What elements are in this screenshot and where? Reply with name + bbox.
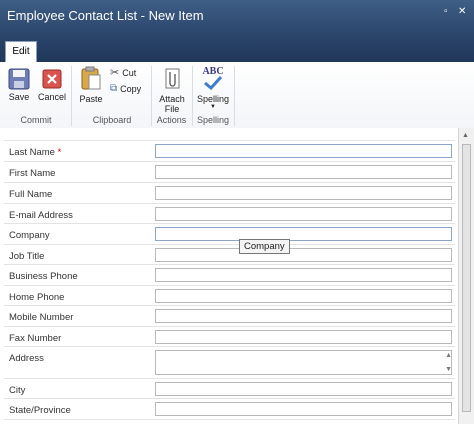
scrollbar-thumb[interactable] [462, 144, 471, 412]
field-label: Full Name [9, 189, 53, 200]
spelling-button[interactable]: ABC Spelling ▼ [195, 66, 231, 110]
attach-file-button[interactable]: Attach File [157, 66, 187, 114]
group-label-actions: Actions [156, 115, 187, 125]
email-input[interactable] [155, 207, 452, 221]
cancel-label: Cancel [37, 92, 66, 102]
field-row-city: City [4, 378, 455, 399]
field-label: State/Province [9, 405, 71, 416]
window-title: Employee Contact List - New Item [7, 8, 204, 23]
scroll-up-icon[interactable]: ▲ [462, 132, 469, 139]
state-province-input[interactable] [155, 402, 452, 416]
field-row-fax-number: Fax Number [4, 326, 455, 347]
field-row-last-name: Last Name * [4, 140, 455, 162]
maximize-icon[interactable]: ▫ [444, 6, 448, 17]
field-label: Business Phone [9, 271, 78, 282]
field-row-email: E-mail Address [4, 203, 455, 224]
title-bar: Employee Contact List - New Item ▫ ✕ Edi… [0, 0, 474, 62]
paste-icon [81, 66, 101, 90]
attach-label-2: File [164, 104, 180, 114]
field-label: Job Title [9, 251, 45, 262]
ribbon-divider [71, 66, 72, 126]
ribbon-divider [151, 66, 152, 126]
copy-label: Copy [120, 83, 142, 94]
job-title-input[interactable] [155, 248, 452, 262]
scroll-down-icon[interactable]: ▼ [445, 366, 452, 373]
ribbon: Save Cancel Commit Paste ✂ Cut ⧉ Copy Cl… [0, 62, 474, 129]
ribbon-divider [234, 66, 235, 126]
cancel-icon [42, 69, 62, 89]
spell-check-icon: ABC [195, 66, 231, 94]
cut-button[interactable]: ✂ Cut [110, 66, 136, 79]
field-label: Company [9, 230, 50, 241]
chevron-down-icon: ▼ [210, 104, 216, 110]
field-row-home-phone: Home Phone [4, 285, 455, 306]
vertical-scrollbar[interactable]: ▲ [458, 128, 474, 424]
full-name-input[interactable] [155, 186, 452, 200]
field-label: E-mail Address [9, 210, 73, 221]
city-input[interactable] [155, 382, 452, 396]
scroll-up-icon[interactable]: ▲ [445, 352, 452, 359]
field-row-company: Company [4, 223, 455, 245]
field-label: Address [9, 353, 44, 364]
company-input[interactable] [155, 227, 452, 241]
paperclip-icon [165, 68, 180, 89]
field-label: Fax Number [9, 333, 62, 344]
close-icon[interactable]: ✕ [458, 6, 466, 17]
field-row-address: Address ▲ ▼ [4, 346, 455, 379]
home-phone-input[interactable] [155, 289, 452, 303]
tooltip: Company [239, 239, 290, 254]
field-row-cutoff [4, 419, 455, 425]
field-label: Home Phone [9, 292, 65, 303]
business-phone-input[interactable] [155, 268, 452, 282]
save-button[interactable]: Save [6, 68, 32, 102]
field-label: Last Name * [9, 147, 62, 158]
form: Last Name * First Name Full Name E-mail … [0, 128, 458, 424]
copy-button[interactable]: ⧉ Copy [110, 83, 141, 94]
field-row-business-phone: Business Phone [4, 264, 455, 286]
paste-label: Paste [79, 94, 103, 104]
save-label: Save [8, 92, 30, 102]
last-name-input[interactable] [155, 144, 452, 158]
cut-label: Cut [122, 67, 137, 78]
field-row-full-name: Full Name [4, 182, 455, 204]
scissors-icon: ✂ [110, 67, 120, 79]
cancel-button[interactable]: Cancel [37, 68, 67, 102]
save-icon [8, 68, 30, 90]
fax-number-input[interactable] [155, 330, 452, 344]
group-label-clipboard: Clipboard [92, 115, 132, 125]
field-label: First Name [9, 168, 56, 179]
tab-edit[interactable]: Edit [5, 41, 37, 62]
field-row-first-name: First Name [4, 161, 455, 183]
field-label: Mobile Number [9, 312, 74, 323]
copy-icon: ⧉ [110, 83, 118, 94]
field-row-job-title: Job Title [4, 244, 455, 265]
spelling-label: Spelling [196, 94, 230, 104]
address-textarea[interactable] [155, 350, 452, 375]
field-row-mobile-number: Mobile Number [4, 305, 455, 327]
field-label: City [9, 385, 26, 396]
group-label-commit: Commit [20, 115, 52, 125]
mobile-number-input[interactable] [155, 309, 452, 323]
field-row-state-province: State/Province [4, 398, 455, 420]
attach-label-1: Attach [159, 94, 185, 104]
first-name-input[interactable] [155, 165, 452, 179]
required-marker: * [57, 147, 62, 158]
paste-button[interactable]: Paste [77, 66, 105, 104]
group-label-spelling: Spelling [196, 115, 230, 125]
